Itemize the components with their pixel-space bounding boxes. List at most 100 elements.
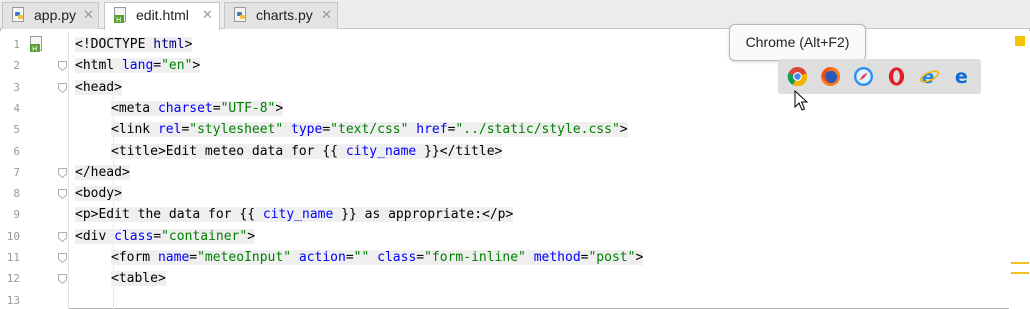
code-line-content: <html lang="en"> [75,58,201,74]
close-icon[interactable]: ✕ [83,7,94,23]
fold-marker-icon[interactable] [58,167,67,178]
code-token: "stylesheet" [189,122,284,138]
code-token [283,122,291,137]
code-token: type [291,122,323,138]
code-token: <title> [111,143,166,159]
code-token: rel [157,122,182,138]
code-line-content: <title>Edit meteo data for {{ city_name … [111,143,503,159]
opera-icon[interactable] [886,66,907,87]
code-line[interactable]: <form name="meteoInput" action="" class=… [111,248,644,268]
code-token: }} [416,143,440,159]
code-line[interactable]: <body> [75,184,122,204]
close-icon[interactable]: ✕ [202,7,213,23]
code-token: = [153,58,162,74]
code-line[interactable]: <link rel="stylesheet" type="text/css" h… [111,120,628,140]
line-number: 9 [13,208,20,222]
fold-marker-icon[interactable] [58,61,67,72]
edge-icon[interactable]: e [952,66,973,87]
firefox-icon[interactable] [820,66,841,87]
code-token: charset [157,100,213,116]
code-line-content: <p>Edit the data for {{ city_name }} as … [75,207,514,223]
line-number: 13 [6,293,20,307]
code-token: > [184,37,193,52]
code-line[interactable]: <meta charset="UTF-8"> [111,99,284,119]
code-token: <meta [111,100,158,116]
code-line-content: <form name="meteoInput" action="" class=… [111,250,644,265]
code-token: name [157,250,190,265]
code-token: = [189,250,198,265]
code-line-content: </head> [75,164,130,180]
code-token: </head> [75,164,130,180]
code-line-content: <div class="container"> [75,228,256,244]
fold-marker-icon[interactable] [58,274,67,285]
code-token: Edit meteo data for {{ [165,143,346,159]
close-icon[interactable]: ✕ [321,7,332,23]
internet-explorer-icon[interactable]: e [919,66,940,87]
code-token: > [635,250,644,265]
code-line[interactable]: <title>Edit meteo data for {{ city_name … [111,142,503,162]
code-token: "meteoInput" [197,250,292,265]
safari-icon[interactable] [853,66,874,87]
code-line-content: <head> [75,79,122,95]
code-line[interactable]: </head> [75,163,130,183]
tab-label: edit.html [136,7,189,23]
tab-label: app.py [34,7,77,23]
error-stripe-marker[interactable] [1011,262,1029,264]
line-number: 10 [6,229,20,243]
analysis-status-marker[interactable] [1015,36,1025,46]
code-token: <form [111,250,158,265]
code-line[interactable]: <table> [111,269,166,289]
code-token: = [153,228,162,244]
code-token: city_name [262,207,334,223]
code-line-content: <table> [111,271,166,287]
code-token [369,250,377,265]
fold-marker-icon[interactable] [58,253,67,263]
tab-edit-html[interactable]: H edit.html ✕ [104,2,220,30]
code-line[interactable]: <p>Edit the data for {{ city_name }} as … [75,205,514,225]
tab-label: charts.py [256,7,313,23]
editor-tab-bar: app.py ✕ H edit.html ✕ charts.py ✕ [0,0,1030,30]
html-file-icon: H [114,7,126,23]
code-line[interactable]: <html lang="en"> [75,56,201,76]
code-token: "text/css" [330,122,409,138]
error-stripe-marker[interactable] [1011,272,1029,274]
scrollbar[interactable] [1009,31,1030,309]
fold-marker-icon[interactable] [58,231,67,242]
code-line[interactable]: <div class="container"> [75,227,256,247]
fold-marker-icon[interactable] [58,82,67,93]
browser-tooltip: Chrome (Alt+F2) [729,24,866,61]
fold-marker-icon[interactable] [58,189,67,200]
code-line[interactable]: <!DOCTYPE html> [75,35,193,55]
code-token: method [533,250,581,265]
code-token: <head> [75,79,122,95]
svg-text:H: H [116,16,121,23]
code-token: = [345,250,354,265]
code-line-content: <meta charset="UTF-8"> [111,100,284,116]
chrome-icon[interactable] [787,66,808,87]
code-token: > [619,122,628,138]
code-token: "UTF-8" [220,100,276,116]
code-token: Edit the data for {{ [98,207,263,223]
code-line-content: <body> [75,186,122,202]
line-number-gutter: H 1 2 3 4 5 6 7 8 9 10 11 12 13 [0,31,69,309]
code-line[interactable]: <head> [75,78,122,98]
tab-app-py[interactable]: app.py ✕ [2,2,99,29]
line-number: 5 [13,123,20,137]
code-token: = [322,122,331,138]
code-token: = [416,250,425,265]
tab-charts-py[interactable]: charts.py ✕ [224,2,338,29]
line-number: 2 [13,59,20,73]
code-token: lang [121,58,154,74]
mouse-pointer-icon [794,90,809,111]
code-token [291,250,299,265]
code-token: <table> [111,271,166,287]
code-token: }} as appropriate: [333,207,483,223]
line-number: 3 [13,80,20,94]
code-token: class [377,250,417,265]
code-token: "post" [588,250,636,265]
code-token: "container" [161,228,248,244]
code-token: <body> [75,186,122,202]
line-number: 4 [13,101,20,115]
code-token: class [114,228,154,244]
code-line-content: <link rel="stylesheet" type="text/css" h… [111,122,628,138]
